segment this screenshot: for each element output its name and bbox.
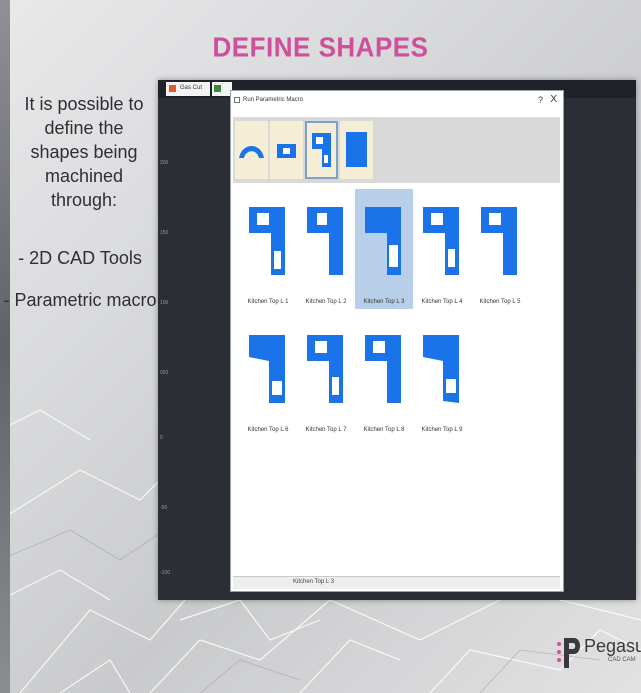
- shape-tile-kitchen-top-l-2[interactable]: Kitchen Top L 2: [297, 189, 355, 309]
- tile-label: Kitchen Top L 8: [363, 427, 405, 433]
- help-button[interactable]: ?: [538, 95, 543, 105]
- filled-rectangle-icon: [346, 132, 367, 167]
- ruler-label: -100: [160, 570, 171, 576]
- tile-label: Kitchen Top L 2: [305, 299, 347, 305]
- shape-tile-kitchen-top-l-5[interactable]: Kitchen Top L 5: [471, 189, 529, 309]
- kitchen-top-l5-icon: [481, 207, 517, 275]
- shape-tile-kitchen-top-l-6[interactable]: Kitchen Top L 6: [239, 317, 297, 437]
- l-shape-icon: [312, 133, 331, 167]
- shape-tile-kitchen-top-l-1[interactable]: Kitchen Top L 1: [239, 189, 297, 309]
- kitchen-top-l8-icon: [365, 335, 401, 403]
- shape-tile-kitchen-top-l-9[interactable]: Kitchen Top L 9: [413, 317, 471, 437]
- shape-tile-kitchen-top-l-7[interactable]: Kitchen Top L 7: [297, 317, 355, 437]
- tile-label: Kitchen Top L 1: [247, 299, 289, 305]
- pegasus-p-icon: [557, 638, 580, 668]
- close-button[interactable]: X: [550, 94, 557, 105]
- ruler-label: 150: [160, 230, 169, 236]
- bullet-2d-cad: - 2D CAD Tools: [18, 248, 142, 268]
- tab-label: Gas Cut: [180, 85, 203, 91]
- kitchen-top-l1-icon: [249, 207, 285, 275]
- document-icon: [214, 85, 221, 92]
- logo-wordmark: Pegasus: [584, 636, 641, 656]
- ruler-label: 100: [160, 300, 169, 306]
- logo-subtitle: CAD CAM: [608, 657, 636, 663]
- shape-tile-kitchen-top-l-8[interactable]: Kitchen Top L 8: [355, 317, 413, 437]
- bullet-parametric-macro: - Parametric macro: [3, 290, 157, 310]
- tile-label: Kitchen Top L 6: [247, 427, 289, 433]
- rectangle-with-cutout-icon: [277, 144, 296, 158]
- shape-tile-kitchen-top-l-4[interactable]: Kitchen Top L 4: [413, 189, 471, 309]
- kitchen-top-l2-icon: [307, 207, 343, 275]
- tile-label: Kitchen Top L 9: [421, 427, 463, 433]
- tile-label: Kitchen Top L 7: [305, 427, 347, 433]
- ruler-label: 200: [160, 160, 169, 166]
- category-filled-rectangle-button[interactable]: [340, 121, 373, 179]
- dialog-titlebar[interactable]: Run Parametric Macro ? X: [231, 91, 563, 111]
- kitchen-top-l3-icon: [365, 207, 401, 275]
- tile-label: Kitchen Top L 3: [363, 299, 405, 305]
- intro-text: It is possible to define the shapes bein…: [24, 94, 144, 210]
- tab-second[interactable]: [212, 82, 232, 96]
- parametric-macro-dialog: Run Parametric Macro ? X Kitchen Top L 1…: [230, 90, 564, 592]
- category-rectangle-cutout-button[interactable]: [270, 121, 303, 179]
- shape-tile-kitchen-top-l-3[interactable]: Kitchen Top L 3: [355, 189, 413, 309]
- pegasus-logo: Pegasus CAD CAM: [556, 632, 641, 672]
- ruler-label: 050: [160, 370, 169, 376]
- tab-gas-cut[interactable]: Gas Cut: [166, 82, 210, 96]
- kitchen-top-l4-icon: [423, 207, 459, 275]
- tile-label: Kitchen Top L 5: [479, 299, 521, 305]
- kitchen-top-l7-icon: [307, 335, 343, 403]
- kitchen-top-l6-icon: [249, 335, 285, 403]
- category-arch-button[interactable]: [235, 121, 268, 179]
- category-l-shape-button[interactable]: [305, 121, 338, 179]
- arch-icon: [239, 146, 264, 158]
- ruler-label: 0: [160, 435, 163, 441]
- kitchen-top-l9-icon: [423, 335, 459, 403]
- app-icon: [169, 85, 176, 92]
- shape-category-toolbar: [233, 117, 560, 183]
- left-edge-strip: [0, 0, 10, 693]
- macro-shape-grid: Kitchen Top L 1 Kitchen Top L 2 Kitchen …: [233, 187, 560, 567]
- tile-label: Kitchen Top L 4: [421, 299, 463, 305]
- dialog-title: Run Parametric Macro: [243, 97, 304, 103]
- dialog-status-bar: Kitchen Top L 3: [233, 576, 560, 589]
- ruler-label: -50: [160, 505, 168, 511]
- selected-macro-name: Kitchen Top L 3: [293, 579, 335, 585]
- window-icon: [234, 97, 240, 103]
- slide-title: DEFINE SHAPES: [212, 31, 429, 63]
